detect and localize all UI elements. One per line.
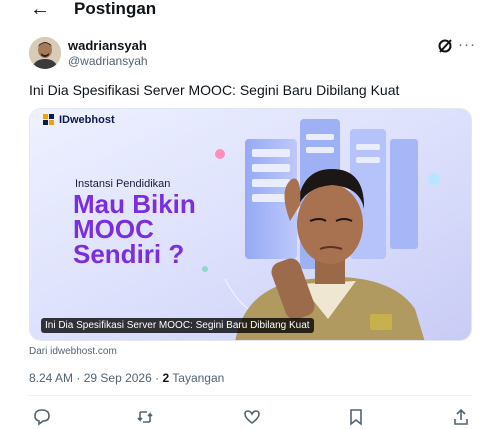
- author-handle[interactable]: @wadriansyah: [68, 54, 148, 69]
- share-icon[interactable]: [452, 408, 470, 426]
- author-name[interactable]: wadriansyah: [68, 38, 147, 54]
- card-headline-line: Sendiri ?: [73, 239, 185, 269]
- brand-icon: [43, 114, 54, 125]
- bookmark-icon[interactable]: [347, 408, 365, 426]
- card-caption: Ini Dia Spesifikasi Server MOOC: Segini …: [41, 318, 314, 333]
- tweet-date[interactable]: 29 Sep 2026: [84, 371, 152, 385]
- divider: [29, 395, 472, 396]
- tweet-text: Ini Dia Spesifikasi Server MOOC: Segini …: [29, 82, 400, 98]
- page-title: Postingan: [74, 0, 157, 18]
- brand-name: IDwebhost: [59, 114, 115, 126]
- reply-icon[interactable]: [33, 408, 51, 426]
- link-card[interactable]: IDwebhost Instansi Pendidikan Mau Bikin …: [29, 108, 472, 341]
- grok-icon[interactable]: [437, 38, 453, 54]
- views-count: 2: [162, 371, 170, 385]
- like-icon[interactable]: [243, 408, 261, 426]
- meta-separator: ·: [155, 371, 160, 385]
- arrow-left-icon[interactable]: ←: [30, 0, 50, 20]
- brand-logo: IDwebhost: [43, 114, 115, 126]
- card-headline: Mau Bikin MOOC Sendiri ?: [73, 191, 196, 269]
- tweet-time[interactable]: 8.24 AM: [29, 371, 73, 385]
- tweet-meta: 8.24 AM · 29 Sep 2026 · 2 Tayangan: [29, 371, 224, 386]
- avatar[interactable]: [29, 37, 61, 69]
- more-options-icon[interactable]: ···: [458, 37, 476, 53]
- top-bar: ← Postingan: [0, 0, 500, 22]
- card-source-link[interactable]: Dari idwebhost.com: [29, 345, 117, 358]
- views-label: Tayangan: [172, 371, 225, 385]
- meta-separator: ·: [76, 371, 81, 385]
- retweet-icon[interactable]: [136, 408, 154, 426]
